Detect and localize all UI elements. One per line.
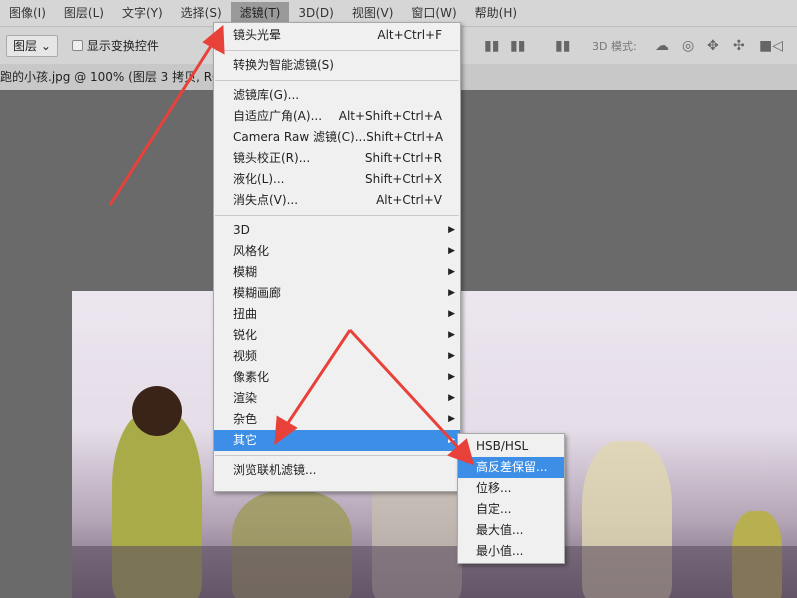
chevron-right-icon: ▶ (448, 246, 455, 256)
menu-1[interactable]: 图层(L) (55, 2, 113, 24)
chevron-right-icon: ▶ (448, 288, 455, 298)
chevron-right-icon: ▶ (448, 414, 455, 424)
submenu-item-other[interactable]: 位移... (458, 478, 564, 499)
submenu-item-other[interactable]: HSB/HSL (458, 436, 564, 457)
menu-4[interactable]: 滤镜(T) (230, 2, 290, 24)
menu-item-label: 自适应广角(A)... (233, 109, 323, 123)
menu-item-label: 镜头校正(R)... (233, 151, 311, 165)
menu-8[interactable]: 帮助(H) (466, 2, 526, 24)
checkbox[interactable] (71, 40, 83, 51)
submenu-item-other[interactable]: 最大值... (458, 520, 564, 541)
separator (215, 215, 459, 216)
menu-5[interactable]: 3D(D) (289, 2, 342, 24)
submenu-item[interactable]: 扭曲 ▶ (214, 304, 460, 325)
3d-roll-icon[interactable]: ◎ (682, 38, 694, 54)
align-icon[interactable]: ▮▮ (510, 38, 525, 54)
menu-7[interactable]: 窗口(W) (402, 2, 465, 24)
menu-item-shortcut: Alt+Shift+Ctrl+A (338, 109, 442, 123)
menu-item-label: 滤镜库(G)... (233, 88, 300, 102)
menu-item-label: 模糊画廊 (233, 286, 282, 300)
menu-item-convert-smart-filter[interactable]: 转换为智能滤镜(S) (214, 55, 460, 76)
submenu-item[interactable]: 视频 ▶ (214, 346, 460, 367)
child-head (132, 386, 182, 436)
submenu-item[interactable]: 杂色 ▶ (214, 409, 460, 430)
separator (215, 455, 459, 456)
menu-item-label: 其它 (233, 433, 258, 447)
menu-item-label: 锐化 (233, 328, 258, 342)
menu-item-filter[interactable]: 液化(L)... Shift+Ctrl+X (214, 169, 460, 190)
chevron-right-icon: ▶ (448, 330, 455, 340)
ground (72, 546, 797, 598)
menu-item-filter[interactable]: Camera Raw 滤镜(C)... Shift+Ctrl+A (214, 127, 460, 148)
submenu-item[interactable]: 模糊 ▶ (214, 262, 460, 283)
menu-item-label: 转换为智能滤镜(S) (233, 58, 334, 72)
chevron-right-icon: ▶ (448, 351, 455, 361)
menu-item-label: 3D (233, 223, 250, 237)
submenu-item-other[interactable]: 高反差保留... (458, 457, 564, 478)
submenu-item[interactable]: 3D ▶ (214, 220, 460, 241)
submenu-item-other[interactable]: 自定... (458, 499, 564, 520)
3d-slide-icon[interactable]: ✣ (733, 38, 745, 54)
menu-item-shortcut: Shift+Ctrl+R (364, 151, 442, 165)
submenu-item[interactable]: 渲染 ▶ (214, 388, 460, 409)
menu-item-shortcut: Shift+Ctrl+A (366, 130, 444, 144)
menu-item-label: 杂色 (233, 412, 258, 426)
menu-item-shortcut: Alt+Ctrl+F (377, 28, 442, 42)
submenu-item[interactable]: 像素化 ▶ (214, 367, 460, 388)
menu-3[interactable]: 选择(S) (172, 2, 231, 24)
menu-item-label: 镜头光晕 (233, 28, 282, 42)
menu-item-label: 风格化 (233, 244, 270, 258)
menu-item-label: 渲染 (233, 391, 258, 405)
3d-pan-icon[interactable]: ✥ (707, 38, 719, 54)
menu-0[interactable]: 图像(I) (0, 2, 55, 24)
distribute-icon[interactable]: ▮▮ (555, 38, 570, 54)
menu-item-label: 扭曲 (233, 307, 258, 321)
3d-mode-label: 3D 模式: (592, 39, 637, 53)
separator (215, 50, 459, 51)
document-title: 跑的小孩.jpg @ 100% (图层 3 拷贝, RGB (0, 70, 230, 84)
submenu-item[interactable]: 锐化 ▶ (214, 325, 460, 346)
menu-item-shortcut: Shift+Ctrl+X (365, 172, 442, 186)
menu-item-filter[interactable]: 镜头校正(R)... Shift+Ctrl+R (214, 148, 460, 169)
menu-item-filter[interactable]: 消失点(V)... Alt+Ctrl+V (214, 190, 460, 211)
chevron-right-icon: ▶ (448, 267, 455, 277)
menu-2[interactable]: 文字(Y) (113, 2, 172, 24)
menu-item-browse-online[interactable]: 浏览联机滤镜... (214, 460, 460, 481)
chevron-right-icon: ▶ (448, 393, 455, 403)
align-icon[interactable]: ▮▮ (484, 38, 499, 54)
other-submenu: HSB/HSL 高反差保留... 位移... 自定... 最大值... 最小值... (457, 433, 565, 564)
menu-item-label: 消失点(V)... (233, 193, 299, 207)
chevron-right-icon: ▶ (448, 225, 455, 235)
checkbox-label: 显示变换控件 (86, 39, 159, 53)
chevron-right-icon: ▶ (448, 372, 455, 382)
menu-6[interactable]: 视图(V) (343, 2, 403, 24)
submenu-item[interactable]: 其它 ▶ (214, 430, 460, 451)
3d-scale-icon[interactable]: ■◁ (759, 38, 783, 54)
show-transform-controls[interactable]: 显示变换控件 (71, 37, 159, 54)
separator (215, 80, 459, 81)
menu-item-label: 液化(L)... (233, 172, 285, 186)
chevron-right-icon: ▶ (448, 435, 455, 445)
layer-select[interactable]: 图层 ⌄ (6, 34, 58, 57)
menu-item-lens-flare[interactable]: 镜头光晕 Alt+Ctrl+F (214, 25, 460, 46)
3d-orbit-icon[interactable]: ☁ (655, 38, 669, 54)
submenu-item-other[interactable]: 最小值... (458, 541, 564, 562)
layer-select-value: 图层 (13, 38, 38, 53)
menu-item-filter[interactable]: 滤镜库(G)... (214, 85, 460, 106)
menu-item-filter[interactable]: 自适应广角(A)... Alt+Shift+Ctrl+A (214, 106, 460, 127)
menu-item-shortcut: Alt+Ctrl+V (376, 193, 442, 207)
chevron-right-icon: ▶ (448, 309, 455, 319)
submenu-item[interactable]: 模糊画廊 ▶ (214, 283, 460, 304)
submenu-item[interactable]: 风格化 ▶ (214, 241, 460, 262)
menu-item-label: 像素化 (233, 370, 270, 384)
menu-item-label: Camera Raw 滤镜(C)... (233, 130, 367, 144)
menu-item-label: 视频 (233, 349, 258, 363)
menu-item-label: 模糊 (233, 265, 258, 279)
filter-menu: 镜头光晕 Alt+Ctrl+F 转换为智能滤镜(S) 滤镜库(G)... 自适应广角(A… (213, 22, 461, 492)
